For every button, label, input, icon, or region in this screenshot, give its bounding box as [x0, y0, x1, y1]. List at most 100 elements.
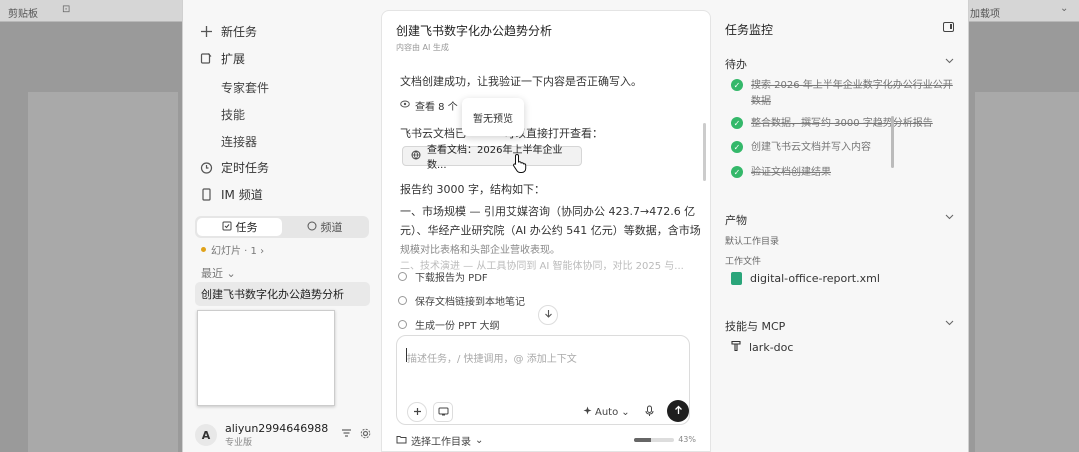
scroll-down-button[interactable] — [538, 305, 558, 325]
check-circle-icon: ✓ — [731, 79, 743, 91]
send-button[interactable] — [667, 400, 689, 422]
suggestion-download-pdf[interactable]: 下载报告为 PDF — [398, 269, 488, 284]
skill-name: lark-doc — [749, 340, 794, 354]
tab-tasks-label: 任务 — [235, 221, 258, 234]
recent-label[interactable]: 最近 ⌄ — [201, 265, 236, 281]
phone-icon — [199, 187, 213, 201]
plus-icon — [413, 405, 422, 419]
timer-icon — [199, 160, 213, 174]
task-monitor-panel: 任务监控 待办 ✓ 搜索 2026 年上半年企业数字化办公行业公开数据 ✓ 整合… — [713, 10, 970, 452]
nav-scheduled-tasks[interactable]: 定时任务 — [199, 156, 269, 178]
assistant-message-1: 文档创建成功，让我验证一下内容是否正确写入。 — [400, 75, 642, 88]
plus-icon — [199, 24, 213, 38]
tab-channels-label: 频道 — [320, 221, 343, 234]
user-profile[interactable]: A aliyun2994646988 专业版 — [195, 420, 371, 450]
todo-text: 搜索 2026 年上半年企业数字化办公行业公开数据 — [751, 80, 953, 107]
message-2-head: 飞书云文档已 — [400, 127, 466, 140]
hand-cursor-icon — [512, 153, 528, 176]
report-body-line-3: 规模对比表格和头部企业营收表现。 — [400, 245, 560, 256]
conversation-panel: 创建飞书数字化办公趋势分析 内容由 AI 生成 文档创建成功，让我验证一下内容是… — [381, 10, 711, 452]
arrow-down-icon — [544, 309, 553, 321]
todo-text: 创建飞书云文档并写入内容 — [751, 142, 871, 153]
tab-tasks[interactable]: 任务 — [197, 218, 282, 236]
context-usage-bar — [634, 437, 675, 442]
ribbon-clipboard-label: 剪贴板 — [8, 9, 38, 20]
extension-icon — [199, 51, 213, 65]
chevron-down-icon[interactable] — [945, 319, 954, 329]
skill-item[interactable]: lark-doc — [731, 340, 793, 354]
artifact-file[interactable]: digital-office-report.xml — [731, 272, 880, 285]
open-document-button[interactable]: 查看文档：2026年上半年企业数... — [402, 145, 582, 171]
eye-icon — [400, 99, 410, 112]
todo-scrollbar[interactable] — [891, 116, 894, 168]
suggestion-bullet-icon — [398, 272, 407, 281]
todo-text: 整合数据，撰写约 3000 字趋势分析报告 — [751, 118, 933, 129]
model-mode-label: Auto — [595, 406, 619, 418]
task-icon — [222, 221, 232, 234]
view-steps-link[interactable]: 查看 8 个 — [400, 98, 458, 113]
microphone-icon[interactable] — [645, 405, 654, 420]
ai-generated-note: 内容由 AI 生成 — [396, 43, 449, 52]
nav-im-channel[interactable]: IM 频道 — [199, 183, 263, 205]
conversation-scrollbar[interactable] — [703, 123, 706, 181]
select-work-dir-button[interactable]: 选择工作目录 ⌄ — [396, 433, 483, 448]
tab-channels[interactable]: 频道 — [282, 218, 367, 236]
app-window: 新任务 扩展 专家套件 技能 连接器 定时任务 IM 频道 任务 频道 幻灯片 … — [182, 0, 969, 452]
folder-icon — [396, 435, 407, 447]
sidebar: 新任务 扩展 专家套件 技能 连接器 定时任务 IM 频道 任务 频道 幻灯片 … — [183, 0, 381, 452]
select-work-dir-label: 选择工作目录 — [411, 437, 471, 448]
nav-connectors[interactable]: 连接器 — [221, 133, 257, 150]
suggestion-bullet-icon — [398, 320, 407, 329]
nav-extensions-label: 扩展 — [221, 51, 246, 66]
avatar[interactable]: A — [195, 424, 217, 446]
conversation-title: 创建飞书数字化办公趋势分析 — [396, 24, 553, 38]
model-mode-select[interactable]: Auto ⌄ — [583, 406, 630, 418]
skills-section-header[interactable]: 技能与 MCP — [725, 318, 785, 334]
nav-new-task[interactable]: 新任务 — [199, 20, 257, 42]
message-composer[interactable]: 描述任务，/ 快捷调用，@ 添加上下文 Auto ⌄ — [396, 335, 690, 425]
filter-icon[interactable] — [341, 428, 352, 442]
preview-tooltip: 暂无预览 — [462, 98, 524, 136]
nav-expert-suite[interactable]: 专家套件 — [221, 79, 269, 96]
todo-item: ✓ 搜索 2026 年上半年企业数字化办公行业公开数据 — [731, 78, 961, 110]
screen-share-icon — [438, 405, 449, 419]
slide-thumbnail[interactable] — [197, 310, 335, 406]
panel-toggle-icon[interactable] — [943, 22, 954, 32]
report-body-line-1: 一、市场规模 — 引用艾媒咨询（协同办公 423.7→472.6 亿 — [400, 205, 696, 218]
artifacts-section-header[interactable]: 产物 — [725, 212, 747, 228]
task-channel-switch: 任务 频道 — [195, 216, 369, 238]
chevron-down-icon[interactable] — [945, 213, 954, 223]
slide-tag[interactable]: 幻灯片 · 1 › — [201, 242, 264, 257]
nav-extensions[interactable]: 扩展 — [199, 47, 245, 69]
gear-icon[interactable] — [360, 428, 371, 442]
background-page-right — [975, 92, 1079, 452]
view-steps-label: 查看 8 个 — [415, 102, 458, 113]
background-page-left — [28, 92, 178, 452]
chevron-down-icon: ⌄ — [475, 435, 484, 446]
todo-item: ✓ 验证文档创建结果 — [731, 165, 961, 181]
file-icon — [731, 272, 742, 285]
arrow-up-icon — [674, 405, 683, 418]
status-dot — [201, 247, 206, 252]
add-attachment-button[interactable] — [407, 402, 427, 422]
nav-new-task-label: 新任务 — [221, 24, 258, 39]
clipboard-launcher-icon: ⊡ — [62, 4, 71, 15]
check-circle-icon: ✓ — [731, 117, 743, 129]
suggestion-ppt-outline[interactable]: 生成一份 PPT 大纲 — [398, 317, 500, 332]
suggestion-save-link[interactable]: 保存文档链接到本地笔记 — [398, 293, 525, 308]
composer-placeholder[interactable]: 描述任务，/ 快捷调用，@ 添加上下文 — [407, 350, 577, 365]
slide-tag-label: 幻灯片 · 1 › — [211, 246, 265, 257]
nav-scheduled-label: 定时任务 — [221, 160, 270, 175]
todo-item: ✓ 创建飞书云文档并写入内容 — [731, 140, 961, 156]
composer-footer: 选择工作目录 ⌄ 43% — [396, 433, 696, 449]
work-files-label: 工作文件 — [725, 257, 762, 267]
report-summary: 报告约 3000 字，结构如下： — [400, 183, 545, 196]
chevron-down-icon[interactable] — [945, 57, 954, 67]
mention-context-button[interactable] — [433, 402, 453, 422]
suggestion-bullet-icon — [398, 296, 407, 305]
nav-skills[interactable]: 技能 — [221, 106, 245, 123]
user-name: aliyun2994646988 — [225, 422, 329, 435]
todo-section-header[interactable]: 待办 — [725, 56, 747, 72]
recent-task-item[interactable]: 创建飞书数字化办公趋势分析 — [195, 282, 370, 306]
default-work-dir-label: 默认工作目录 — [725, 237, 780, 247]
